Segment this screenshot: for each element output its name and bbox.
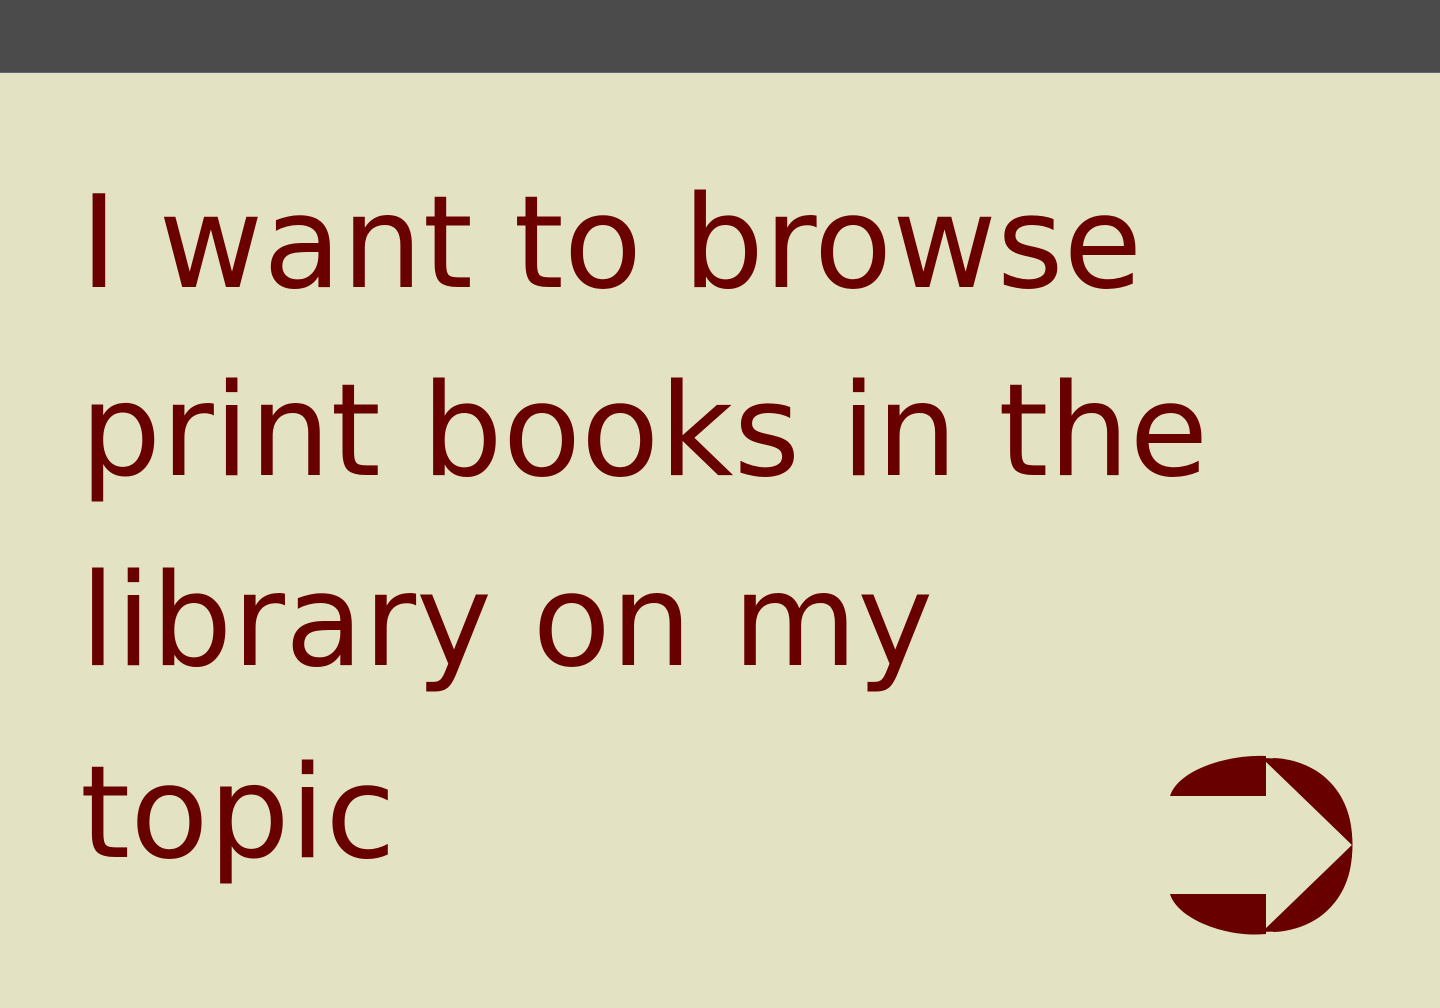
prompt-line-3: library on my xyxy=(80,547,934,696)
arrow-right-icon xyxy=(1168,755,1353,935)
prompt-line-4: topic xyxy=(80,739,396,888)
top-bar xyxy=(0,0,1440,73)
next-button[interactable] xyxy=(1168,752,1354,938)
prompt-line-2: print books in the xyxy=(80,357,1209,506)
prompt-line-1: I want to browse xyxy=(80,169,1143,318)
